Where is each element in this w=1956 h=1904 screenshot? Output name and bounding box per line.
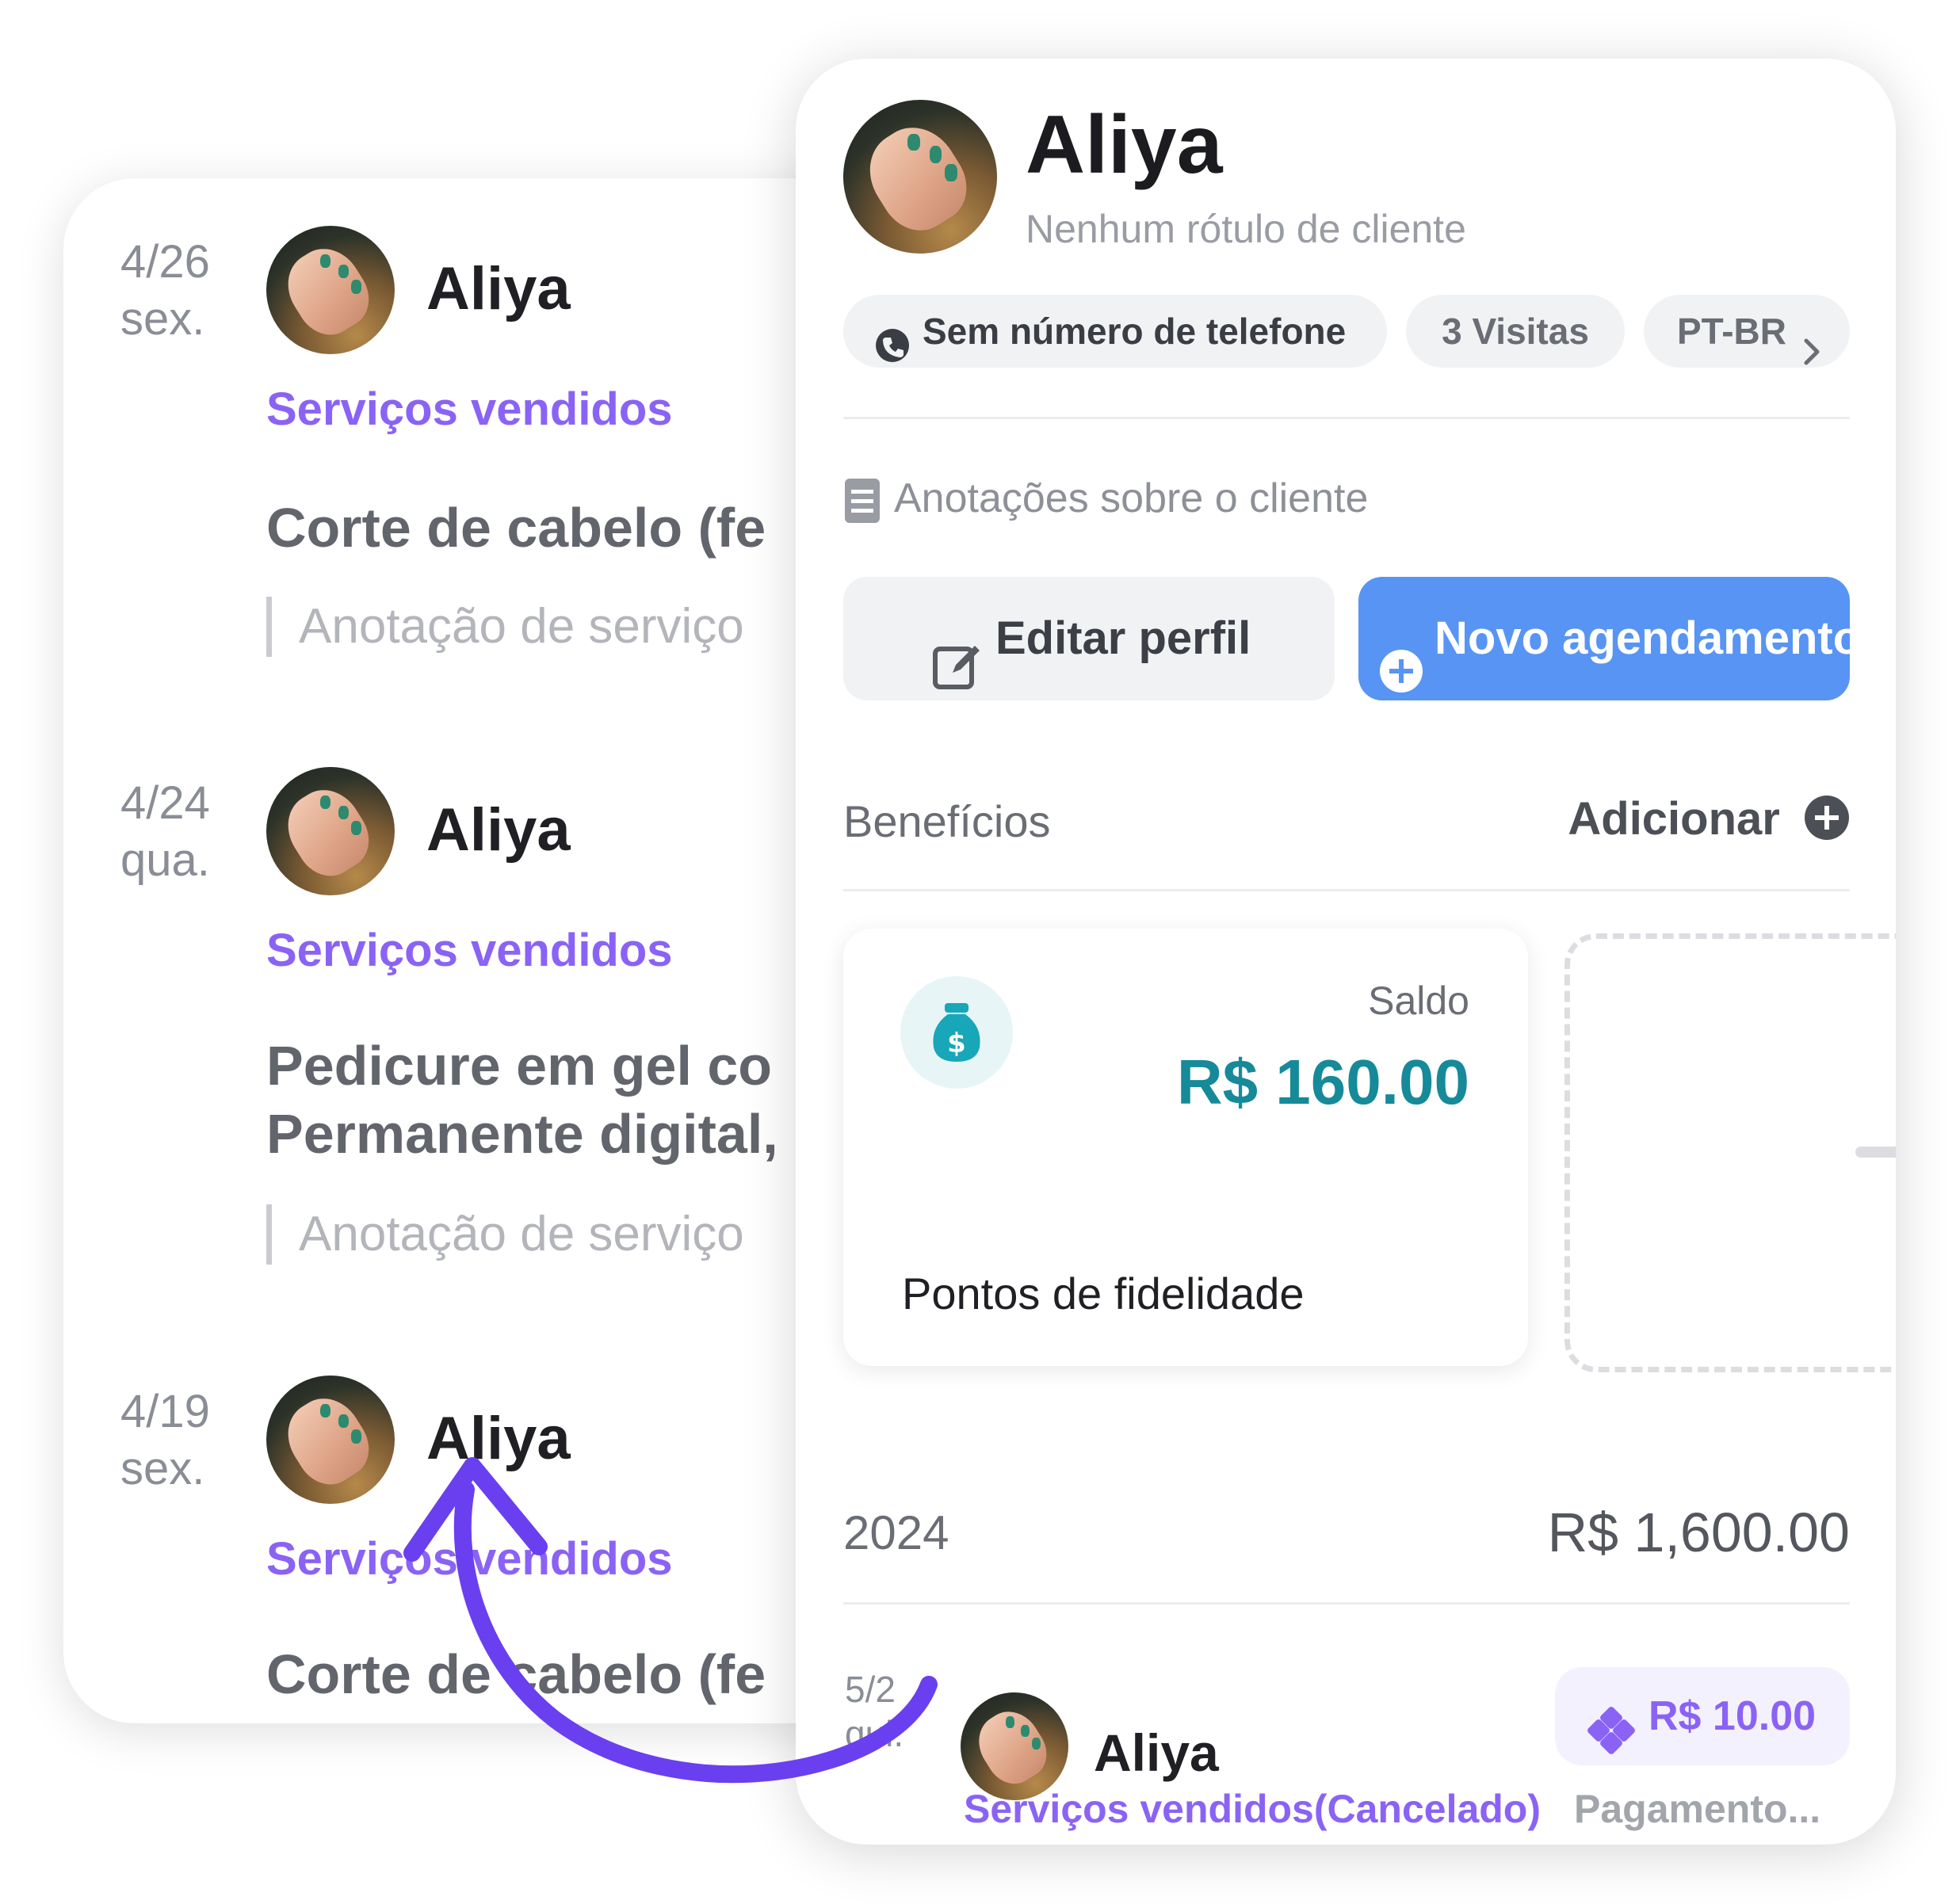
language-chip[interactable]: PT-BR — [1644, 295, 1850, 368]
transaction-amount-badge: R$ 10.00 — [1555, 1667, 1850, 1765]
divider — [843, 1602, 1850, 1604]
notes-icon — [843, 477, 881, 525]
visits-chip[interactable]: 3 Visitas — [1406, 295, 1625, 368]
benefits-title: Benefícios — [843, 796, 1051, 846]
entry-date: 4/19 sex. — [120, 1386, 210, 1494]
money-bag-icon: $ — [900, 976, 1013, 1089]
balance-label: Saldo — [1368, 979, 1469, 1023]
client-avatar — [266, 767, 395, 895]
service-type-link[interactable]: Serviços vendidos — [266, 1532, 673, 1585]
transaction-status: Serviços vendidos(Cancelado) — [964, 1787, 1541, 1831]
chevron-right-icon — [1802, 317, 1821, 390]
benefit-name: Pontos de fidelidade — [902, 1269, 1305, 1318]
plus-circle-icon — [1804, 795, 1850, 841]
service-title: Corte de cabelo (fe — [266, 497, 766, 559]
new-appointment-button[interactable]: Novo agendamento — [1358, 577, 1861, 700]
add-benefit-placeholder-card[interactable] — [1564, 933, 1896, 1372]
svg-text:$: $ — [947, 1028, 966, 1059]
client-label[interactable]: Nenhum rótulo de cliente — [1026, 206, 1466, 252]
divider — [843, 889, 1850, 891]
service-type-link[interactable]: Serviços vendidos — [266, 924, 673, 977]
profile-avatar — [843, 100, 997, 254]
client-name: Aliya — [426, 796, 571, 864]
service-title: Pedicure em gel co Permanente digital, — [266, 1035, 778, 1165]
client-profile-card: Aliya Nenhum rótulo de cliente Sem númer… — [796, 59, 1896, 1845]
diamond-icon — [1587, 1692, 1636, 1754]
client-avatar — [266, 226, 395, 354]
edit-icon — [932, 615, 983, 689]
add-benefit-button[interactable]: Adicionar — [1568, 792, 1850, 845]
entry-date: 4/26 sex. — [120, 236, 210, 345]
phone-icon — [875, 314, 910, 362]
service-type-link[interactable]: Serviços vendidos — [266, 383, 673, 436]
payment-status: Pagamento... — [1574, 1787, 1821, 1831]
service-note[interactable]: Anotação de serviço — [266, 597, 744, 657]
service-title: Corte de cabelo (fe — [266, 1643, 766, 1705]
client-avatar — [266, 1376, 395, 1504]
edit-profile-button[interactable]: Editar perfil — [843, 577, 1335, 700]
history-year-total: R$ 1,600.00 — [1547, 1501, 1850, 1563]
entry-date: 4/24 qua. — [120, 777, 210, 886]
service-note[interactable]: Anotação de serviço — [266, 1204, 744, 1265]
client-name: Aliya — [426, 255, 571, 322]
client-avatar — [961, 1692, 1068, 1800]
transaction-date: 5/2 qui. — [845, 1669, 904, 1754]
loyalty-points-card[interactable]: $ Saldo R$ 160.00 Pontos de fidelidade — [843, 929, 1528, 1366]
plus-circle-icon — [1379, 616, 1423, 693]
phone-chip[interactable]: Sem número de telefone — [843, 295, 1387, 368]
history-year: 2024 — [843, 1506, 949, 1559]
client-name: Aliya — [1094, 1723, 1219, 1782]
appointment-timeline-card: 4/26 sex. Aliya Serviços vendidos Corte … — [63, 178, 904, 1723]
profile-name: Aliya — [1026, 99, 1223, 191]
client-notes-field[interactable]: Anotações sobre o cliente — [843, 471, 1368, 526]
client-name: Aliya — [426, 1405, 571, 1472]
balance-value: R$ 160.00 — [1176, 1047, 1469, 1117]
divider — [843, 417, 1850, 419]
plus-icon — [1855, 1147, 1896, 1158]
